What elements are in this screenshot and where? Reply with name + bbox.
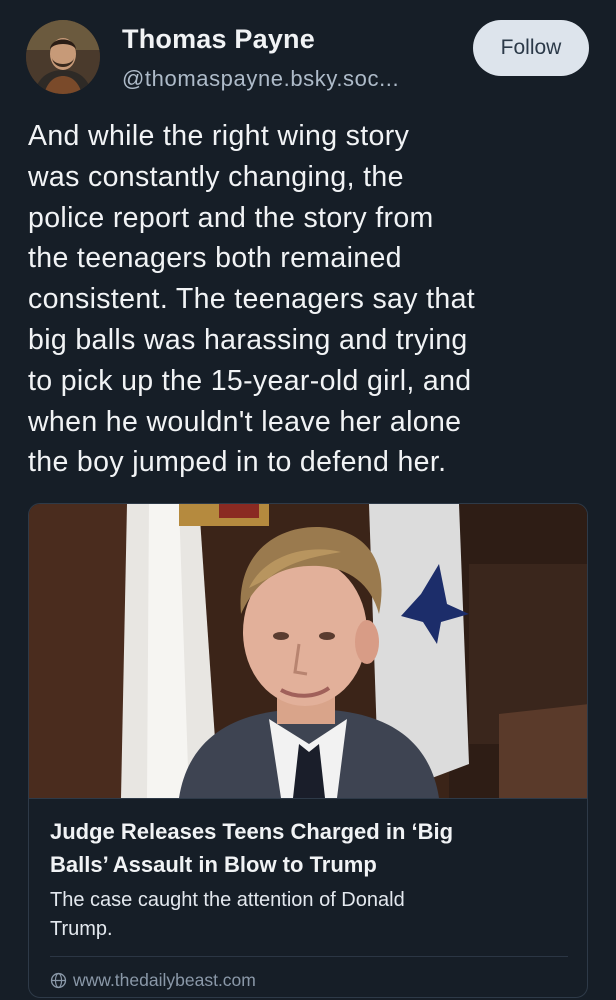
- card-desc-line: Trump.: [50, 918, 113, 940]
- post-text-line: big balls was harassing and trying: [28, 323, 468, 356]
- card-title-line: Judge Releases Teens Charged in ‘Big: [50, 819, 454, 844]
- author-handle[interactable]: @thomaspayne.bsky.soc...: [122, 66, 399, 92]
- post-text-line: was constantly changing, the: [28, 160, 404, 193]
- news-photo: [29, 504, 587, 798]
- globe-icon: [50, 972, 67, 989]
- post-text-line: the teenagers both remained: [28, 242, 402, 275]
- post-text-line: the boy jumped in to defend her.: [28, 446, 447, 479]
- link-card-domain[interactable]: www.thedailybeast.com: [50, 970, 256, 991]
- post[interactable]: Thomas Payne @thomaspayne.bsky.soc... Fo…: [0, 0, 616, 1000]
- card-title-line: Balls’ Assault in Blow to Trump: [50, 851, 377, 877]
- link-card[interactable]: Judge Releases Teens Charged in ‘Big Bal…: [28, 503, 588, 998]
- post-text-line: And while the right wing story: [28, 120, 410, 152]
- link-card-image[interactable]: [29, 504, 587, 798]
- card-desc-line: The case caught the attention of Donald: [50, 889, 405, 911]
- domain-text: www.thedailybeast.com: [73, 970, 256, 990]
- link-card-description: The case caught the attention of Donald …: [50, 886, 570, 944]
- display-name[interactable]: Thomas Payne: [122, 24, 315, 55]
- post-text-line: to pick up the 15-year-old girl, and: [28, 364, 472, 397]
- card-separator: [50, 956, 568, 957]
- follow-button[interactable]: Follow: [473, 20, 589, 76]
- avatar-image: [26, 20, 100, 94]
- card-divider: [29, 798, 587, 799]
- post-text-line: consistent. The teenagers say that: [28, 283, 476, 316]
- post-text-line: police report and the story from: [28, 201, 434, 234]
- post-text: And while the right wing story was const…: [28, 116, 588, 483]
- post-text-line: when he wouldn't leave her alone: [28, 405, 462, 438]
- link-card-title[interactable]: Judge Releases Teens Charged in ‘Big Bal…: [50, 816, 570, 881]
- avatar[interactable]: [26, 20, 100, 94]
